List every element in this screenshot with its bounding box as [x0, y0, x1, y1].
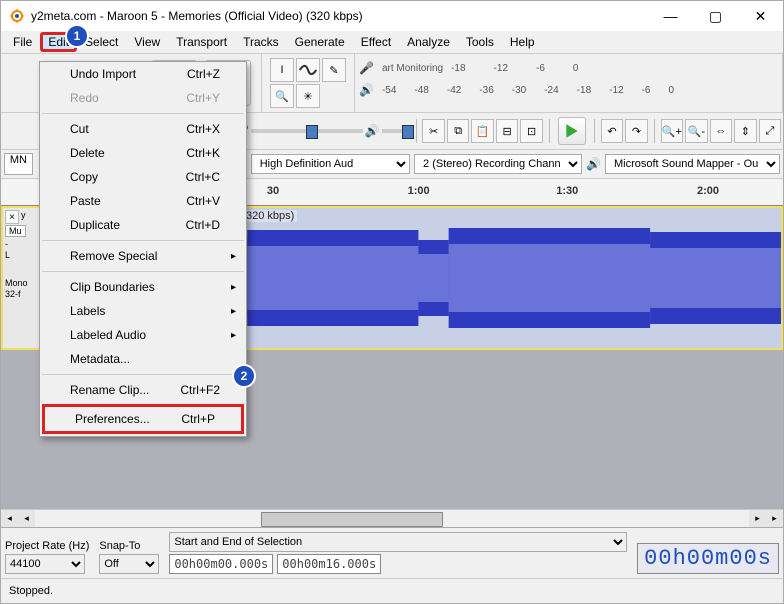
selection-end[interactable]: 00h00m16.000s: [277, 554, 381, 574]
selection-start[interactable]: 00h00m00.000s: [169, 554, 273, 574]
menu-generate[interactable]: Generate: [287, 32, 353, 52]
menu-remove-special[interactable]: Remove Special: [40, 244, 246, 268]
multi-tool-button[interactable]: ✳: [296, 84, 320, 108]
track-close-button[interactable]: ×: [5, 210, 19, 224]
zoom-in-button[interactable]: 🔍+: [661, 119, 683, 143]
scroll-right2-button[interactable]: ▸: [749, 510, 766, 527]
h-scrollbar[interactable]: ◂ ◂ ▸ ▸: [1, 509, 783, 527]
menubar: File Edit Select View Transport Tracks G…: [1, 31, 783, 53]
audio-host-select[interactable]: MN: [4, 153, 33, 175]
speaker-icon: 🔊: [359, 83, 374, 97]
scroll-right-button[interactable]: ▸: [766, 510, 783, 527]
menu-duplicate[interactable]: DuplicateCtrl+D: [40, 213, 246, 237]
play-level-icon: 🔊: [365, 124, 380, 138]
zoom-tool-button[interactable]: 🔍: [270, 84, 294, 108]
menu-copy[interactable]: CopyCtrl+C: [40, 165, 246, 189]
project-rate-select[interactable]: 44100: [5, 554, 85, 574]
draw-tool-button[interactable]: ✎: [322, 58, 346, 82]
fit-project-button[interactable]: ⇕: [734, 119, 756, 143]
menu-rename-clip[interactable]: Rename Clip...Ctrl+F2: [40, 378, 246, 402]
playback-meter[interactable]: 🔊 -54 -48 -42 -36 -30 -24 -18 -12 -6 0: [359, 80, 778, 100]
snap-label: Snap-To: [99, 540, 159, 552]
menu-clip-boundaries[interactable]: Clip Boundaries: [40, 275, 246, 299]
envelope-tool-button[interactable]: [296, 58, 320, 82]
copy-button[interactable]: ⧉: [447, 119, 469, 143]
menu-transport[interactable]: Transport: [168, 32, 235, 52]
snap-select[interactable]: Off: [99, 554, 159, 574]
mic-icon: 🎤: [359, 61, 374, 75]
speaker-icon: 🔊: [586, 157, 601, 171]
menu-effect[interactable]: Effect: [353, 32, 399, 52]
app-window: y2meta.com - Maroon 5 - Memories (Offici…: [0, 0, 784, 604]
status-text: Stopped.: [9, 585, 53, 597]
menu-labels[interactable]: Labels: [40, 299, 246, 323]
app-icon: [9, 8, 25, 24]
menu-file[interactable]: File: [5, 32, 40, 52]
menu-tools[interactable]: Tools: [458, 32, 502, 52]
time-display[interactable]: 00h00m00s: [637, 543, 779, 574]
scroll-thumb[interactable]: [261, 512, 443, 527]
selection-mode-select[interactable]: Start and End of Selection: [169, 532, 627, 552]
menu-view[interactable]: View: [126, 32, 168, 52]
menu-metadata[interactable]: Metadata...: [40, 347, 246, 371]
redo-button[interactable]: ↷: [625, 119, 647, 143]
recording-meter[interactable]: 🎤 art Monitoring -18 -12 -6 0: [359, 58, 778, 78]
annotation-badge-1: 1: [65, 24, 89, 48]
playback-device-select[interactable]: Microsoft Sound Mapper - Ou: [605, 154, 780, 174]
maximize-button[interactable]: ▢: [693, 1, 738, 31]
menu-delete[interactable]: DeleteCtrl+K: [40, 141, 246, 165]
monitoring-hint: art Monitoring: [382, 63, 443, 74]
recording-device-select[interactable]: High Definition Aud: [251, 154, 410, 174]
edit-dropdown: Undo ImportCtrl+Z RedoCtrl+Y CutCtrl+X D…: [39, 61, 247, 437]
selection-tool-button[interactable]: I: [270, 58, 294, 82]
menu-help[interactable]: Help: [502, 32, 543, 52]
menu-cut[interactable]: CutCtrl+X: [40, 117, 246, 141]
menu-analyze[interactable]: Analyze: [399, 32, 458, 52]
menu-tracks[interactable]: Tracks: [235, 32, 287, 52]
titlebar: y2meta.com - Maroon 5 - Memories (Offici…: [1, 1, 783, 31]
annotation-badge-2: 2: [232, 364, 256, 388]
trim-button[interactable]: ⊟: [496, 119, 518, 143]
mute-button[interactable]: Mu: [5, 225, 26, 237]
selection-toolbar: Project Rate (Hz) 44100 Snap-To Off Star…: [1, 527, 783, 578]
window-title: y2meta.com - Maroon 5 - Memories (Offici…: [31, 9, 648, 23]
cut-button[interactable]: ✂: [422, 119, 444, 143]
paste-button[interactable]: 📋: [471, 119, 493, 143]
menu-undo[interactable]: Undo ImportCtrl+Z: [40, 62, 246, 86]
rec-gain-slider[interactable]: [251, 129, 363, 133]
minimize-button[interactable]: —: [648, 1, 693, 31]
zoom-out-button[interactable]: 🔍-: [685, 119, 707, 143]
silence-button[interactable]: ⊡: [520, 119, 542, 143]
fit-selection-button[interactable]: ⇔: [710, 119, 732, 143]
menu-paste[interactable]: PasteCtrl+V: [40, 189, 246, 213]
menu-labeled-audio[interactable]: Labeled Audio: [40, 323, 246, 347]
scroll-left2-button[interactable]: ◂: [18, 510, 35, 527]
undo-button[interactable]: ↶: [601, 119, 623, 143]
play-button[interactable]: [558, 117, 586, 145]
menu-preferences[interactable]: Preferences...Ctrl+P: [45, 407, 241, 431]
status-bar: Stopped.: [1, 578, 783, 603]
play-gain-slider[interactable]: [382, 129, 410, 133]
scroll-left-button[interactable]: ◂: [1, 510, 18, 527]
menu-redo[interactable]: RedoCtrl+Y: [40, 86, 246, 110]
project-rate-label: Project Rate (Hz): [5, 540, 89, 552]
zoom-toggle-button[interactable]: ⤢: [759, 119, 781, 143]
close-button[interactable]: ✕: [738, 1, 783, 31]
recording-channels-select[interactable]: 2 (Stereo) Recording Chann: [414, 154, 582, 174]
